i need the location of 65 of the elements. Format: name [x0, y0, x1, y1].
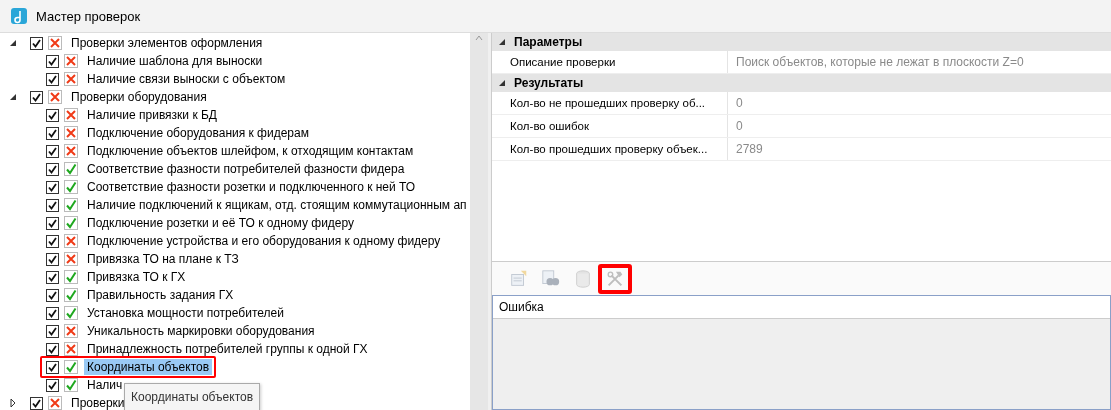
category-title: Параметры	[514, 35, 583, 49]
scrollbar[interactable]	[470, 33, 488, 410]
tree-item[interactable]: Соответствие фазности розетки и подключенного к ней ТО	[84, 179, 419, 195]
property-value: Поиск объектов, которые не лежат в плоскости Z=0	[735, 55, 1024, 69]
tree-item[interactable]: Проверки оборудования	[68, 89, 210, 105]
checkbox[interactable]	[46, 234, 59, 248]
tree-item[interactable]: Подключение устройства и его оборудования к одному фидеру	[84, 233, 444, 249]
checkbox[interactable]	[46, 360, 59, 374]
checkbox[interactable]	[46, 216, 59, 230]
category-title: Результаты	[514, 76, 584, 90]
checkbox[interactable]	[46, 306, 59, 320]
tree-item[interactable]: Налич	[84, 377, 126, 393]
tree-item[interactable]: Координаты объектов	[84, 359, 213, 375]
checkbox[interactable]	[30, 396, 43, 410]
checkbox[interactable]	[46, 180, 59, 194]
checkbox[interactable]	[46, 342, 59, 356]
expand-arrow-icon[interactable]	[498, 38, 506, 46]
checkbox[interactable]	[46, 270, 59, 284]
window-title: Мастер проверок	[36, 8, 141, 24]
tree-item[interactable]: Принадлежность потребителей группы к одной ГХ	[84, 341, 371, 357]
tree-item[interactable]: Наличие подключений к ящикам, отд. стоящим коммутационным ап	[84, 197, 470, 213]
checkbox[interactable]	[46, 126, 59, 140]
checkbox[interactable]	[46, 108, 59, 122]
tree-item[interactable]: Подключение розетки и её ТО к одному фидеру	[84, 215, 358, 231]
checkbox[interactable]	[46, 378, 59, 392]
expand-arrow-icon[interactable]	[8, 92, 18, 102]
property-category[interactable]: Параметры	[492, 33, 1111, 51]
tree-item[interactable]: Наличие связи выноски с объектом	[84, 71, 289, 87]
expand-arrow-icon[interactable]	[8, 38, 18, 48]
tree-item[interactable]: Привязка ТО на плане к ТЗ	[84, 251, 242, 267]
checkbox[interactable]	[46, 324, 59, 338]
property-value: 0	[735, 119, 743, 133]
tree-item[interactable]: Подключение объектов шлейфом, к отходящим контактам	[84, 143, 417, 159]
checkbox[interactable]	[46, 54, 59, 68]
database-icon	[573, 268, 593, 289]
checkbox[interactable]	[30, 36, 43, 50]
property-name: Кол-во прошедших проверку объек...	[492, 138, 728, 160]
tree-item[interactable]: Подключение оборудования к фидерам	[84, 125, 312, 141]
expand-arrow-icon[interactable]	[8, 398, 18, 408]
document-icon	[509, 268, 529, 289]
checkbox[interactable]	[46, 72, 59, 86]
tooltip: Координаты объектов	[124, 383, 261, 410]
checkbox[interactable]	[46, 162, 59, 176]
property-name: Кол-во ошибок	[492, 115, 728, 137]
property-category[interactable]: Результаты	[492, 74, 1111, 92]
tree-item[interactable]: Наличие шаблона для выноски	[84, 53, 266, 69]
tree-item[interactable]: Проверки элементов оформления	[68, 35, 266, 51]
tree-item[interactable]: Правильность задания ГХ	[84, 287, 237, 303]
checkbox[interactable]	[30, 90, 43, 104]
tree-item[interactable]: Соответствие фазности потребителей фазности фидера	[84, 161, 408, 177]
tree-item[interactable]: Установка мощности потребителей	[84, 305, 287, 321]
checkbox[interactable]	[46, 288, 59, 302]
property-value: 2789	[735, 142, 763, 156]
property-value: 0	[735, 96, 743, 110]
property-name: Кол-во не прошедших проверку об...	[492, 92, 728, 114]
checkbox[interactable]	[46, 198, 59, 212]
checkbox[interactable]	[46, 252, 59, 266]
checkbox[interactable]	[46, 144, 59, 158]
tree-item[interactable]: Привязка ТО к ГХ	[84, 269, 189, 285]
expand-arrow-icon[interactable]	[498, 79, 506, 87]
tree-item[interactable]: Уникальность маркировки оборудования	[84, 323, 318, 339]
property-name: Описание проверки	[492, 51, 728, 73]
column-header[interactable]: Ошибка	[493, 296, 1110, 319]
app-icon	[10, 7, 28, 25]
tree-item[interactable]: Наличие привязки к БД	[84, 107, 220, 123]
